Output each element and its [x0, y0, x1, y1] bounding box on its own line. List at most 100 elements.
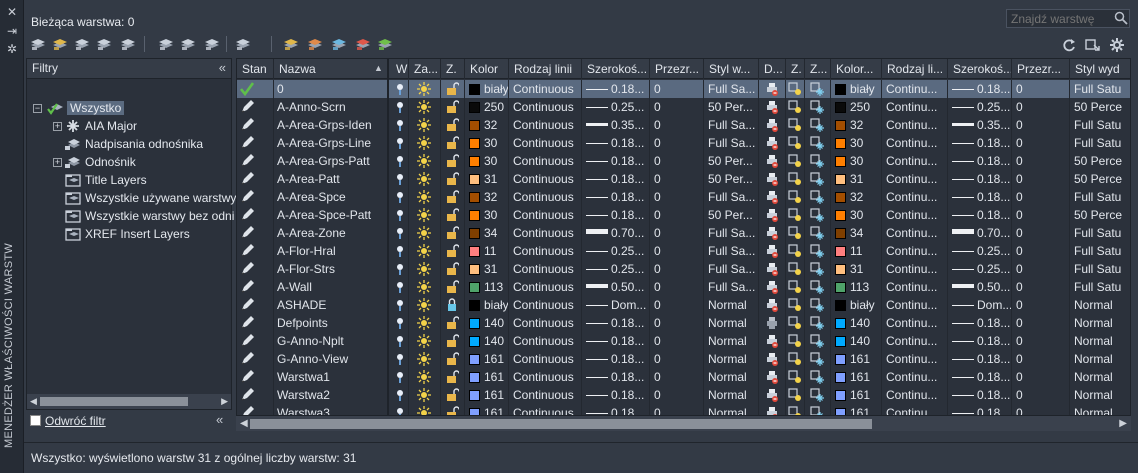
transparency-cell[interactable]: 0 [650, 314, 704, 332]
vp-lineweight-cell[interactable]: 0.70... [948, 224, 1012, 242]
transparency-cell[interactable]: 0 [650, 368, 704, 386]
vp-plotstyle-cell[interactable]: 50 Perce [1070, 152, 1130, 170]
vp-color-cell[interactable]: 161 [831, 350, 882, 368]
linetype-cell[interactable]: Continuous [509, 368, 582, 386]
new-vp-freeze-cell[interactable] [805, 332, 831, 350]
lineweight-cell[interactable]: 0.18... [582, 188, 650, 206]
name-cell[interactable]: Warstwa1 [274, 368, 389, 386]
linetype-cell[interactable]: Continuous [509, 170, 582, 188]
vp-color-cell[interactable]: 161 [831, 386, 882, 404]
freeze-cell[interactable] [409, 134, 441, 152]
lineweight-cell[interactable]: 0.18... [582, 152, 650, 170]
plot-cell[interactable] [759, 350, 786, 368]
plot-cell[interactable] [759, 260, 786, 278]
expand-toggle[interactable]: + [53, 122, 62, 131]
plot-cell[interactable] [759, 188, 786, 206]
column-header[interactable]: Stan [237, 59, 274, 79]
delete-filter-icon[interactable] [204, 37, 220, 51]
lineweight-cell[interactable]: 0.25... [582, 98, 650, 116]
layer-row[interactable]: ASHADE biały Continuous Dom... 0 Normal biały C… [237, 296, 1130, 314]
transparency-cell[interactable]: 0 [650, 260, 704, 278]
vp-freeze-cell[interactable] [786, 188, 805, 206]
vp-color-cell[interactable]: 34 [831, 224, 882, 242]
new-vp-freeze-cell[interactable] [805, 278, 831, 296]
plot-cell[interactable] [759, 206, 786, 224]
status-cell[interactable] [237, 206, 274, 224]
close-icon[interactable]: ✕ [5, 5, 19, 19]
layer-row[interactable]: G-Anno-View 161 Continuous 0.18... 0 Normal 16… [237, 350, 1130, 368]
vp-linetype-cell[interactable]: Continu... [882, 152, 948, 170]
on-off-cell[interactable] [391, 350, 409, 368]
filters-horizontal-scrollbar[interactable]: ◀ ▶ [27, 394, 231, 409]
vp-plotstyle-cell[interactable]: Full Satu [1070, 188, 1130, 206]
status-cell[interactable] [237, 260, 274, 278]
column-header[interactable]: Przezr... [650, 59, 704, 79]
layer-row[interactable]: A-Flor-Hral 11 Continuous 0.25... 0 Full Sa..… [237, 242, 1130, 260]
vp-lineweight-cell[interactable]: 0.50... [948, 278, 1012, 296]
new-vp-freeze-cell[interactable] [805, 350, 831, 368]
vp-lineweight-cell[interactable]: Dom... [948, 296, 1012, 314]
name-cell[interactable]: A-Area-Zone [274, 224, 389, 242]
column-header[interactable]: Styl w... [704, 59, 759, 79]
vp-lineweight-cell[interactable]: 0.18... [948, 314, 1012, 332]
lock-cell[interactable] [441, 296, 465, 314]
lock-cell[interactable] [441, 332, 465, 350]
delete-layer-icon[interactable] [355, 37, 371, 51]
freeze-cell[interactable] [409, 368, 441, 386]
new-vp-freeze-cell[interactable] [805, 368, 831, 386]
transparency-cell[interactable]: 0 [650, 116, 704, 134]
vp-transparency-cell[interactable]: 0 [1012, 386, 1070, 404]
filter-tree-item[interactable]: AIA Major [65, 117, 137, 135]
color-cell[interactable]: biały [465, 296, 509, 314]
vp-lineweight-cell[interactable]: 0.25... [948, 242, 1012, 260]
status-cell[interactable] [237, 134, 274, 152]
freeze-cell[interactable] [409, 278, 441, 296]
name-cell[interactable]: G-Anno-View [274, 350, 389, 368]
refresh-icon[interactable] [1061, 38, 1077, 52]
lock-cell[interactable] [441, 170, 465, 188]
vp-lineweight-cell[interactable]: 0.18... [948, 134, 1012, 152]
color-cell[interactable]: 34 [465, 224, 509, 242]
vp-lineweight-cell[interactable]: 0.18... [948, 206, 1012, 224]
name-cell[interactable]: Warstwa2 [274, 386, 389, 404]
vp-plotstyle-cell[interactable]: Normal [1070, 350, 1130, 368]
vp-freeze-cell[interactable] [786, 260, 805, 278]
new-layer-vp-frozen-icon[interactable] [307, 37, 323, 51]
lock-cell[interactable] [441, 98, 465, 116]
vp-linetype-cell[interactable]: Continu... [882, 278, 948, 296]
vp-lineweight-cell[interactable]: 0.25... [948, 98, 1012, 116]
vp-freeze-cell[interactable] [786, 332, 805, 350]
column-header[interactable]: Styl wyd [1070, 59, 1130, 79]
lock-cell[interactable] [441, 386, 465, 404]
freeze-cell[interactable] [409, 116, 441, 134]
name-cell[interactable]: A-Wall [274, 278, 389, 296]
filter-tree-item[interactable]: Title Layers [65, 171, 147, 189]
new-vp-freeze-cell[interactable] [805, 260, 831, 278]
column-header[interactable]: Kolor [465, 59, 509, 79]
search-input[interactable] [1006, 9, 1130, 28]
status-cell[interactable] [237, 242, 274, 260]
on-off-cell[interactable] [391, 368, 409, 386]
transparency-cell[interactable]: 0 [650, 332, 704, 350]
layer-row[interactable]: A-Flor-Strs 31 Continuous 0.25... 0 Full Sa..… [237, 260, 1130, 278]
freeze-cell[interactable] [409, 296, 441, 314]
layer-row[interactable]: A-Wall 113 Continuous 0.50... 0 Full Sa... 113… [237, 278, 1130, 296]
vp-freeze-cell[interactable] [786, 314, 805, 332]
lock-cell[interactable] [441, 278, 465, 296]
freeze-cell[interactable] [409, 314, 441, 332]
vp-plotstyle-cell[interactable]: Normal [1070, 314, 1130, 332]
color-cell[interactable]: 250 [465, 98, 509, 116]
linetype-cell[interactable]: Continuous [509, 278, 582, 296]
new-vp-freeze-cell[interactable] [805, 224, 831, 242]
palette-properties-icon[interactable]: ✲ [5, 42, 19, 56]
lineweight-cell[interactable]: 0.70... [582, 224, 650, 242]
column-header[interactable]: Z. [786, 59, 805, 79]
column-header[interactable]: Nazwa [274, 59, 389, 79]
vp-freeze-cell[interactable] [786, 242, 805, 260]
plotstyle-cell[interactable]: 50 Per... [704, 206, 759, 224]
new-vp-freeze-cell[interactable] [805, 314, 831, 332]
vp-plotstyle-cell[interactable]: Full Satu [1070, 260, 1130, 278]
new-vp-freeze-cell[interactable] [805, 98, 831, 116]
layer-states-icon[interactable] [96, 37, 112, 51]
vp-color-cell[interactable]: biały [831, 80, 882, 98]
